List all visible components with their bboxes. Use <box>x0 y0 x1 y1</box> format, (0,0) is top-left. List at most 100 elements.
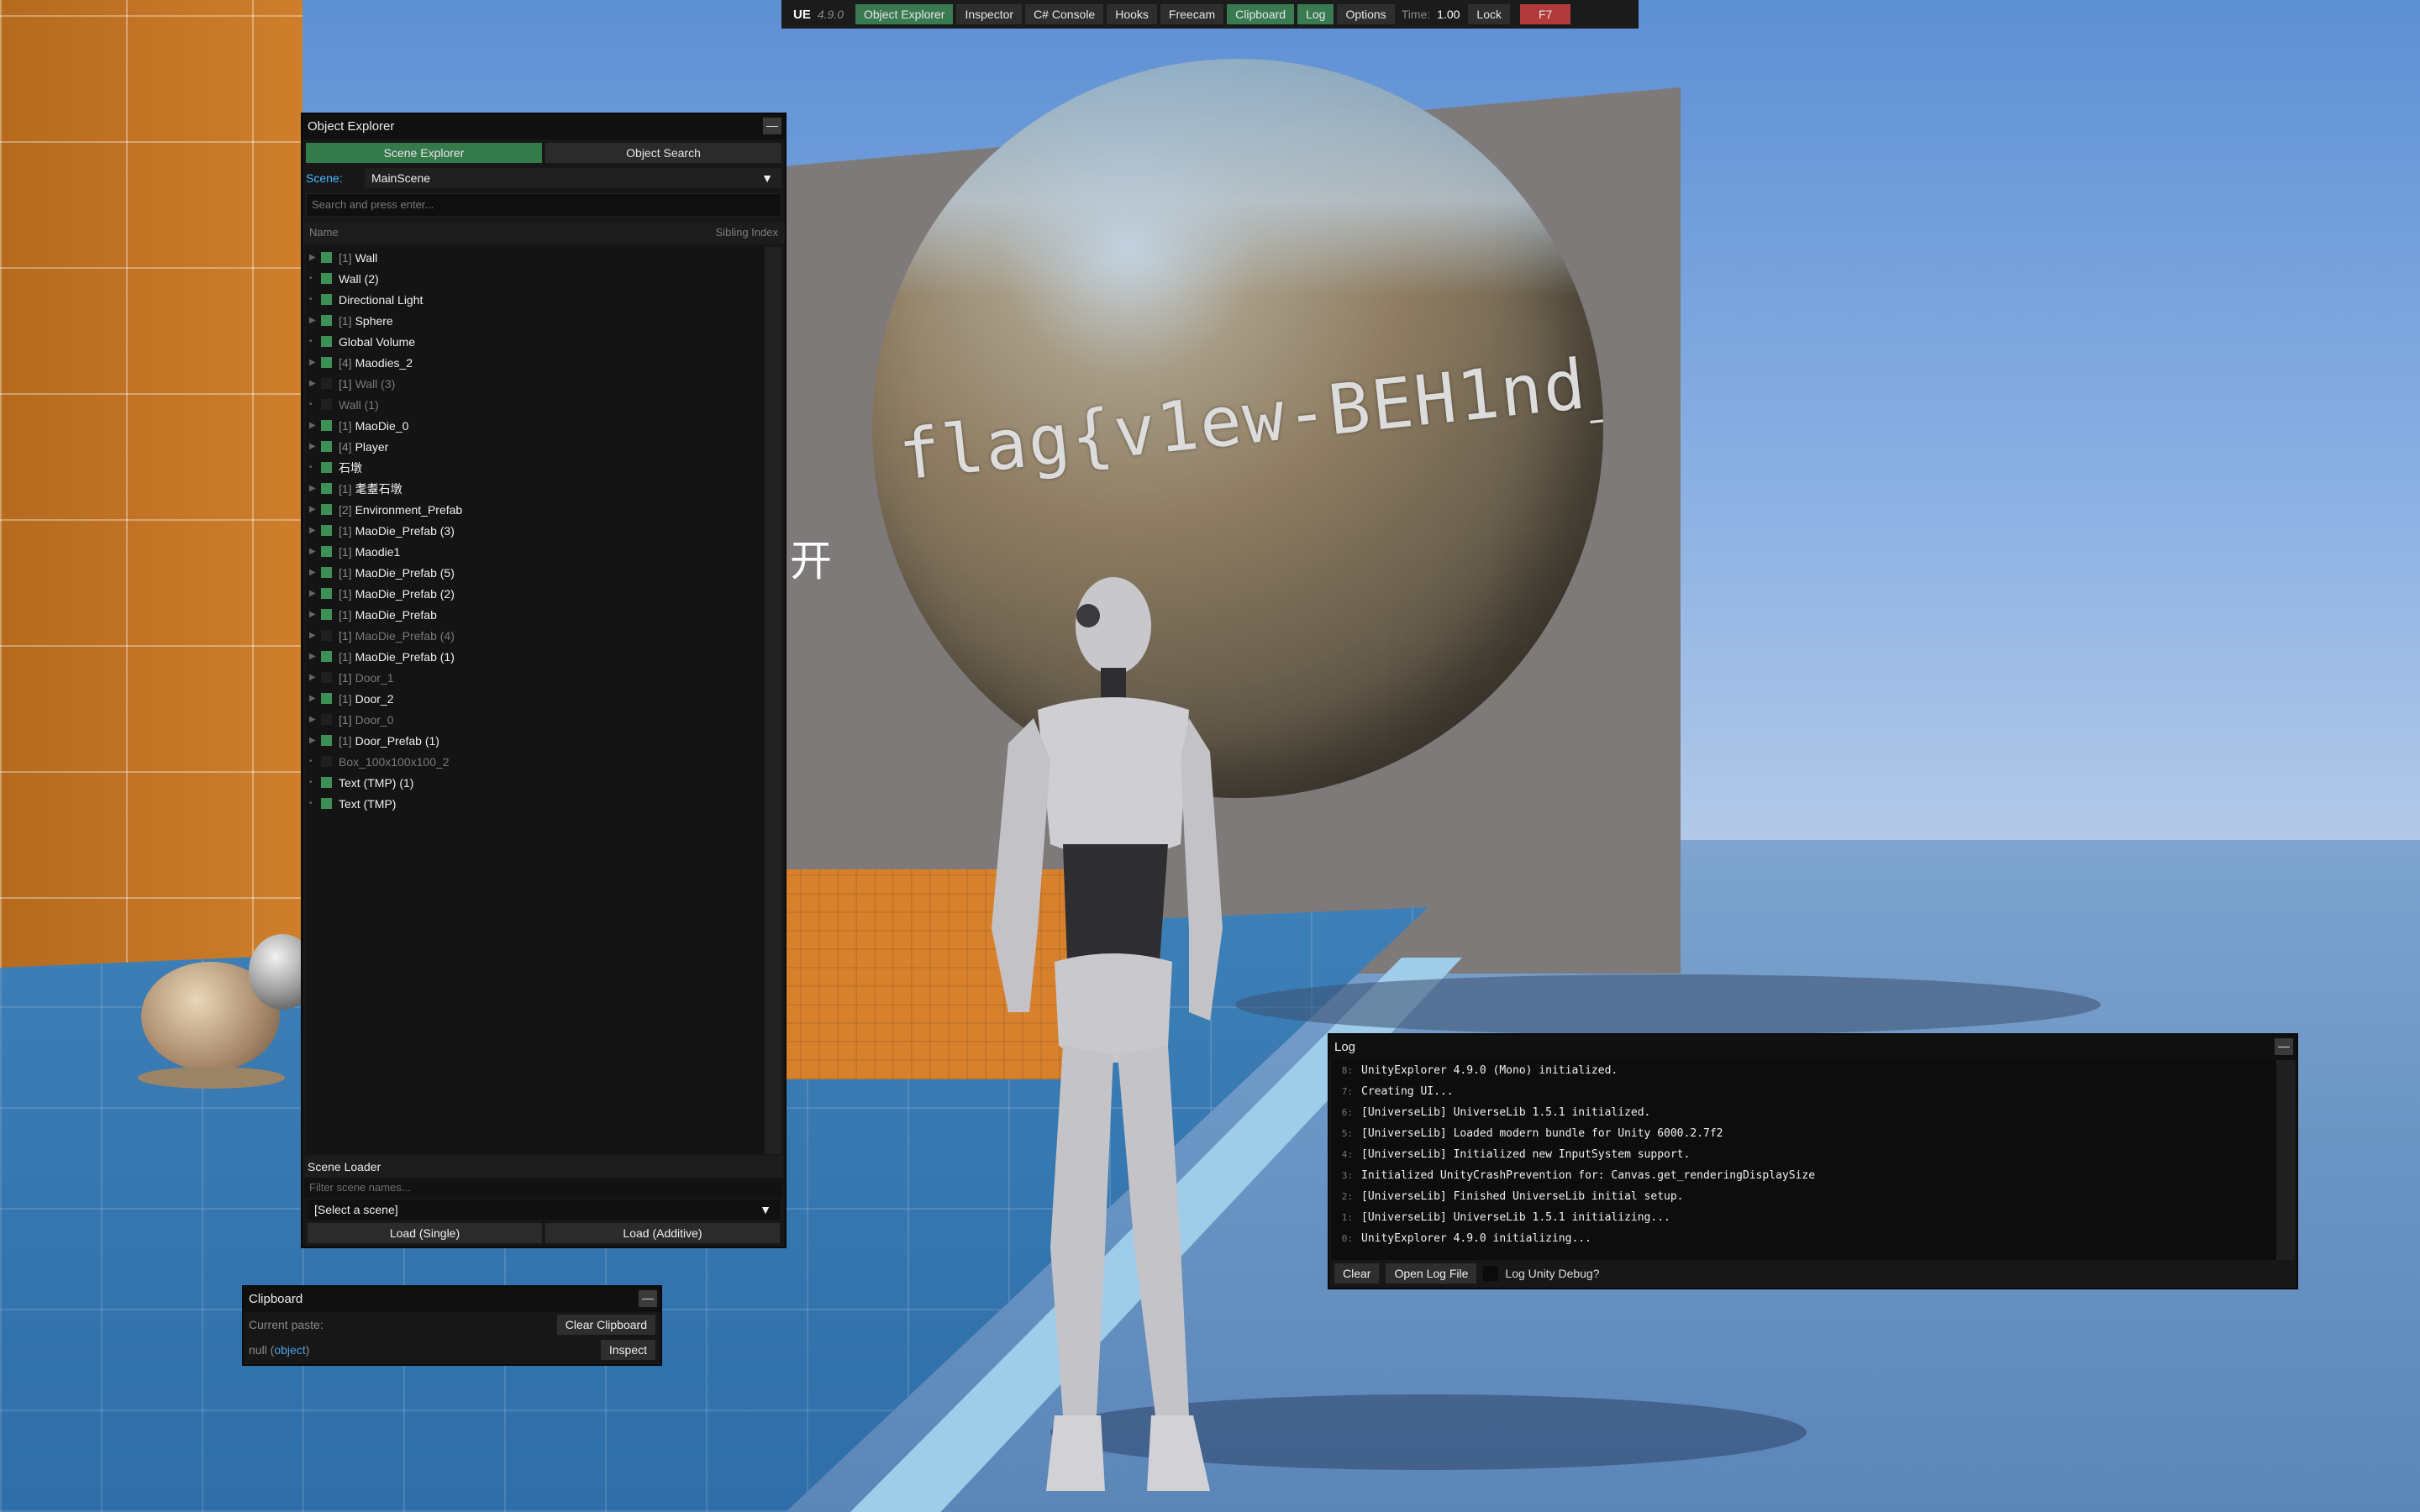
log-unity-debug-checkbox[interactable] <box>1483 1266 1499 1281</box>
panel-titlebar[interactable]: Log — <box>1329 1035 2296 1060</box>
expand-arrow-icon[interactable]: ▶ <box>309 715 321 724</box>
expand-arrow-icon[interactable]: ▶ <box>309 610 321 619</box>
active-toggle-checkbox[interactable] <box>321 630 332 641</box>
active-toggle-checkbox[interactable] <box>321 714 332 725</box>
log-scrollbar[interactable] <box>2276 1060 2295 1260</box>
active-toggle-checkbox[interactable] <box>321 546 332 557</box>
expand-arrow-icon[interactable]: ▶ <box>309 379 321 388</box>
minimize-button[interactable]: — <box>763 118 781 134</box>
active-toggle-checkbox[interactable] <box>321 756 332 767</box>
expand-arrow-icon[interactable]: ▶ <box>309 316 321 325</box>
load-single-button[interactable]: Load (Single) <box>308 1223 542 1243</box>
hierarchy-row[interactable]: • Directional Light <box>306 289 781 310</box>
hierarchy-row[interactable]: ▶ [1] Door_1 <box>306 667 781 688</box>
hierarchy-row[interactable]: ▶ [1] Sphere <box>306 310 781 331</box>
expand-arrow-icon[interactable]: ▶ <box>309 253 321 262</box>
expand-arrow-icon[interactable]: ▶ <box>309 505 321 514</box>
hierarchy-search-input[interactable]: Search and press enter... <box>306 193 781 217</box>
hierarchy-row[interactable]: ▶ [1] MaoDie_0 <box>306 415 781 436</box>
expand-arrow-icon[interactable]: ▶ <box>309 358 321 367</box>
expand-arrow-icon[interactable]: ▶ <box>309 421 321 430</box>
active-toggle-checkbox[interactable] <box>321 336 332 347</box>
active-toggle-checkbox[interactable] <box>321 693 332 704</box>
time-scale-input[interactable]: 1.00 <box>1437 8 1460 21</box>
active-toggle-checkbox[interactable] <box>321 735 332 746</box>
active-toggle-checkbox[interactable] <box>321 441 332 452</box>
clear-clipboard-button[interactable]: Clear Clipboard <box>556 1315 655 1335</box>
tab-object-search[interactable]: Object Search <box>545 143 781 163</box>
expand-arrow-icon[interactable]: ▶ <box>309 673 321 682</box>
hierarchy-row[interactable]: • Wall (2) <box>306 268 781 289</box>
expand-arrow-icon[interactable]: ▶ <box>309 589 321 598</box>
active-toggle-checkbox[interactable] <box>321 420 332 431</box>
hierarchy-row[interactable]: • Global Volume <box>306 331 781 352</box>
active-toggle-checkbox[interactable] <box>321 315 332 326</box>
scene-dropdown[interactable]: MainScene ▼ <box>365 168 781 188</box>
hierarchy-row[interactable]: ▶ [4] Player <box>306 436 781 457</box>
active-toggle-checkbox[interactable] <box>321 525 332 536</box>
active-toggle-checkbox[interactable] <box>321 588 332 599</box>
expand-arrow-icon[interactable]: ▶ <box>309 694 321 703</box>
expand-arrow-icon[interactable]: ▶ <box>309 442 321 451</box>
scene-filter-input[interactable]: Filter scene names... <box>304 1178 783 1198</box>
hierarchy-row[interactable]: ▶ [1] MaoDie_Prefab <box>306 604 781 625</box>
expand-arrow-icon[interactable]: ▶ <box>309 526 321 535</box>
hierarchy-row[interactable]: ▶ [1] 耄耋石墩 <box>306 478 781 499</box>
hierarchy-row[interactable]: ▶ [1] Wall (3) <box>306 373 781 394</box>
active-toggle-checkbox[interactable] <box>321 357 332 368</box>
active-toggle-checkbox[interactable] <box>321 378 332 389</box>
expand-arrow-icon[interactable]: ▶ <box>309 484 321 493</box>
tab-scene-explorer[interactable]: Scene Explorer <box>306 143 542 163</box>
active-toggle-checkbox[interactable] <box>321 252 332 263</box>
hierarchy-row[interactable]: ▶ [1] MaoDie_Prefab (3) <box>306 520 781 541</box>
active-toggle-checkbox[interactable] <box>321 567 332 578</box>
hierarchy-row[interactable]: ▶ [1] Door_Prefab (1) <box>306 730 781 751</box>
active-toggle-checkbox[interactable] <box>321 651 332 662</box>
log-button[interactable]: Log <box>1297 4 1334 24</box>
active-toggle-checkbox[interactable] <box>321 672 332 683</box>
minimize-button[interactable]: — <box>639 1290 657 1307</box>
active-toggle-checkbox[interactable] <box>321 294 332 305</box>
inspector-button[interactable]: Inspector <box>956 4 1023 24</box>
hierarchy-row[interactable]: ▶ [1] MaoDie_Prefab (4) <box>306 625 781 646</box>
hierarchy-row[interactable]: ▶ [1] Maodie1 <box>306 541 781 562</box>
load-additive-button[interactable]: Load (Additive) <box>545 1223 780 1243</box>
options-button[interactable]: Options <box>1337 4 1395 24</box>
active-toggle-checkbox[interactable] <box>321 609 332 620</box>
active-toggle-checkbox[interactable] <box>321 504 332 515</box>
clipboard-button[interactable]: Clipboard <box>1227 4 1295 24</box>
hierarchy-scrollbar[interactable] <box>765 247 781 1154</box>
hierarchy-row[interactable]: ▶ [1] MaoDie_Prefab (5) <box>306 562 781 583</box>
hierarchy-row[interactable]: • Text (TMP) <box>306 793 781 814</box>
panel-titlebar[interactable]: Object Explorer — <box>302 114 785 139</box>
expand-arrow-icon[interactable]: ▶ <box>309 547 321 556</box>
object-explorer-button[interactable]: Object Explorer <box>855 4 954 24</box>
hierarchy-row[interactable]: ▶ [1] MaoDie_Prefab (1) <box>306 646 781 667</box>
hotkey-button[interactable]: F7 <box>1520 4 1571 24</box>
inspect-button[interactable]: Inspect <box>600 1340 655 1360</box>
panel-titlebar[interactable]: Clipboard — <box>244 1287 660 1312</box>
active-toggle-checkbox[interactable] <box>321 462 332 473</box>
hierarchy-row[interactable]: ▶ [1] Door_0 <box>306 709 781 730</box>
hooks-button[interactable]: Hooks <box>1107 4 1157 24</box>
scene-select-dropdown[interactable]: [Select a scene] ▼ <box>308 1200 780 1220</box>
expand-arrow-icon[interactable]: ▶ <box>309 631 321 640</box>
hierarchy-row[interactable]: • Text (TMP) (1) <box>306 772 781 793</box>
active-toggle-checkbox[interactable] <box>321 798 332 809</box>
hierarchy-row[interactable]: • 石墩 <box>306 457 781 478</box>
hierarchy-row[interactable]: • Wall (1) <box>306 394 781 415</box>
active-toggle-checkbox[interactable] <box>321 777 332 788</box>
hierarchy-row[interactable]: ▶ [4] Maodies_2 <box>306 352 781 373</box>
active-toggle-checkbox[interactable] <box>321 273 332 284</box>
lock-button[interactable]: Lock <box>1468 4 1510 24</box>
active-toggle-checkbox[interactable] <box>321 483 332 494</box>
expand-arrow-icon[interactable]: ▶ <box>309 652 321 661</box>
expand-arrow-icon[interactable]: ▶ <box>309 568 321 577</box>
hierarchy-row[interactable]: • Box_100x100x100_2 <box>306 751 781 772</box>
active-toggle-checkbox[interactable] <box>321 399 332 410</box>
hierarchy-row[interactable]: ▶ [2] Environment_Prefab <box>306 499 781 520</box>
open-log-file-button[interactable]: Open Log File <box>1386 1263 1477 1284</box>
hierarchy-row[interactable]: ▶ [1] Door_2 <box>306 688 781 709</box>
csharp-console-button[interactable]: C# Console <box>1025 4 1104 24</box>
clear-log-button[interactable]: Clear <box>1334 1263 1380 1284</box>
